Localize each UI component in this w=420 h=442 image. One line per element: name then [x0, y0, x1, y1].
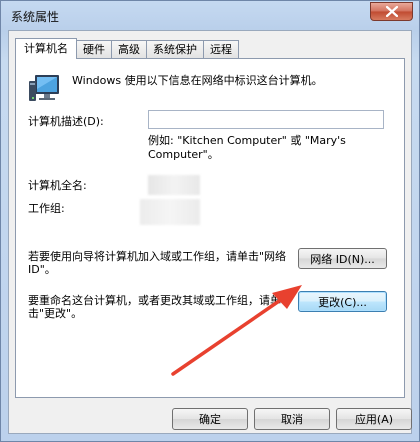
tab-strip: 计算机名 硬件 高级 系统保护 远程: [15, 38, 239, 59]
full-name-label: 计算机全名:: [28, 179, 87, 192]
workgroup-value-redacted: [140, 199, 200, 225]
network-id-button[interactable]: 网络 ID(N)...: [298, 248, 387, 269]
tab-hardware[interactable]: 硬件: [76, 40, 112, 59]
network-id-text: 若要使用向导将计算机加入域或工作组，请单击"网络 ID"。: [28, 250, 287, 276]
tab-system-protection[interactable]: 系统保护: [146, 40, 204, 59]
tab-computer-name[interactable]: 计算机名: [15, 38, 77, 59]
dialog-client-area: 计算机名 硬件 高级 系统保护 远程 Windows 使用以下信息在网络中标识这…: [8, 30, 412, 434]
computer-description-input[interactable]: [148, 110, 384, 129]
description-example: 例如: "Kitchen Computer" 或 "Mary's Compute…: [148, 134, 346, 161]
full-name-value-redacted: [148, 175, 200, 195]
system-properties-window: 系统属性 计算机名 硬件 高级 系统保护 远程 Windows 使用以下信息在网…: [0, 0, 420, 442]
computer-name-panel: Windows 使用以下信息在网络中标识这台计算机。 计算机描述(D): 例如:…: [15, 58, 405, 398]
title-bar[interactable]: 系统属性: [1, 1, 419, 29]
workgroup-label: 工作组:: [28, 202, 65, 215]
computer-icon: [29, 75, 59, 101]
tab-remote[interactable]: 远程: [203, 40, 239, 59]
close-icon: [385, 6, 398, 17]
ok-button[interactable]: 确定: [172, 408, 248, 430]
close-button[interactable]: [370, 2, 413, 21]
tab-advanced[interactable]: 高级: [111, 40, 147, 59]
rename-text: 要重命名这台计算机，或者更改其域或工作组，请单击"更改"。: [28, 294, 281, 320]
apply-button[interactable]: 应用(A): [336, 408, 412, 430]
intro-text: Windows 使用以下信息在网络中标识这台计算机。: [72, 74, 323, 87]
description-label: 计算机描述(D):: [28, 115, 104, 128]
cancel-button[interactable]: 取消: [254, 408, 330, 430]
change-button[interactable]: 更改(C)...: [298, 291, 387, 312]
window-title: 系统属性: [11, 10, 60, 24]
